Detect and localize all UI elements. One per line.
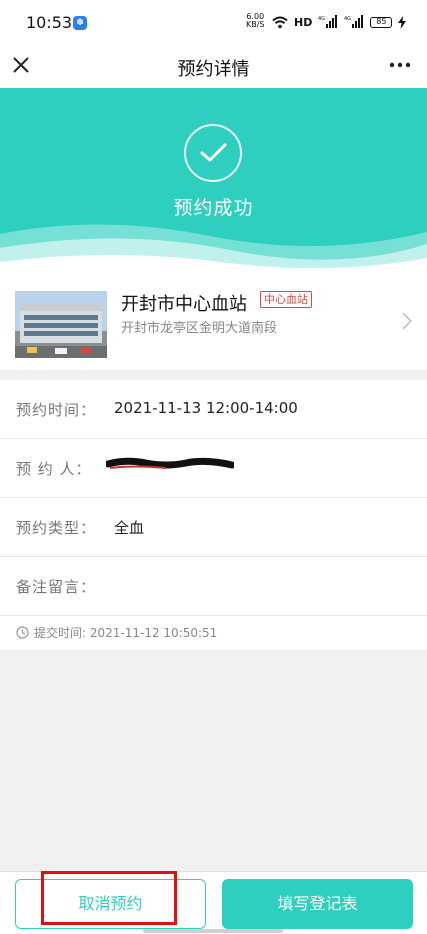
signal-icon: 4G <box>318 15 338 28</box>
status-time: 10:53 <box>26 13 73 32</box>
wifi-icon <box>272 16 288 28</box>
detail-row-time: 预约时间： 2021-11-13 12:00-14:00 <box>0 380 427 439</box>
highlight-annotation <box>41 871 177 925</box>
success-check-icon <box>184 124 242 182</box>
station-card[interactable]: 开封市中心血站 中心血站 开封市龙亭区金明大道南段 <box>0 274 427 370</box>
station-type-badge: 中心血站 <box>260 291 312 308</box>
svg-text:4G: 4G <box>344 16 351 22</box>
detail-value: 全血 <box>114 519 145 537</box>
network-speed: 6.00 KB/S <box>246 13 265 29</box>
status-bar: 10:53 ✽ 6.00 KB/S HD 4G 4G 85 <box>0 0 427 44</box>
network-type-label: HD <box>294 15 313 29</box>
fill-registration-button[interactable]: 填写登记表 <box>222 879 413 929</box>
success-banner: 预约成功 <box>0 88 427 274</box>
page-title: 预约详情 <box>177 59 250 80</box>
network-speed-unit: KB/S <box>246 20 265 29</box>
battery-icon: 85 <box>370 16 393 28</box>
more-icon[interactable] <box>386 52 414 78</box>
charging-icon <box>398 15 407 29</box>
station-address: 开封市龙亭区金明大道南段 <box>121 321 278 336</box>
notification-app-icon: ✽ <box>73 16 87 30</box>
detail-label: 预约时间： <box>16 401 97 419</box>
clock-icon <box>16 626 29 639</box>
detail-label: 预约类型： <box>16 519 97 537</box>
detail-label: 备注留言： <box>16 578 97 596</box>
chevron-right-icon <box>402 312 412 330</box>
wave-decoration <box>0 224 427 274</box>
detail-row-person: 预 约 人： <box>0 439 427 498</box>
appointment-details: 预约时间： 2021-11-13 12:00-14:00 预 约 人： 预约类型… <box>0 380 427 650</box>
detail-row-remark: 备注留言： <box>0 557 427 616</box>
detail-value: 2021-11-13 12:00-14:00 <box>114 399 298 417</box>
nav-bar: 预约详情 <box>0 44 427 88</box>
submit-time-text: 提交时间: 2021-11-12 10:50:51 <box>34 626 218 640</box>
signal-icon-2: 4G <box>344 15 364 28</box>
svg-text:4G: 4G <box>318 16 325 22</box>
home-indicator <box>143 929 283 933</box>
redacted-name <box>106 457 234 469</box>
detail-label: 预 约 人： <box>16 460 92 478</box>
status-icons: HD 4G 4G 85 <box>272 13 407 31</box>
detail-row-type: 预约类型： 全血 <box>0 498 427 557</box>
submit-time: 提交时间: 2021-11-12 10:50:51 <box>16 624 217 641</box>
station-name: 开封市中心血站 <box>121 294 247 315</box>
station-photo <box>15 291 107 358</box>
